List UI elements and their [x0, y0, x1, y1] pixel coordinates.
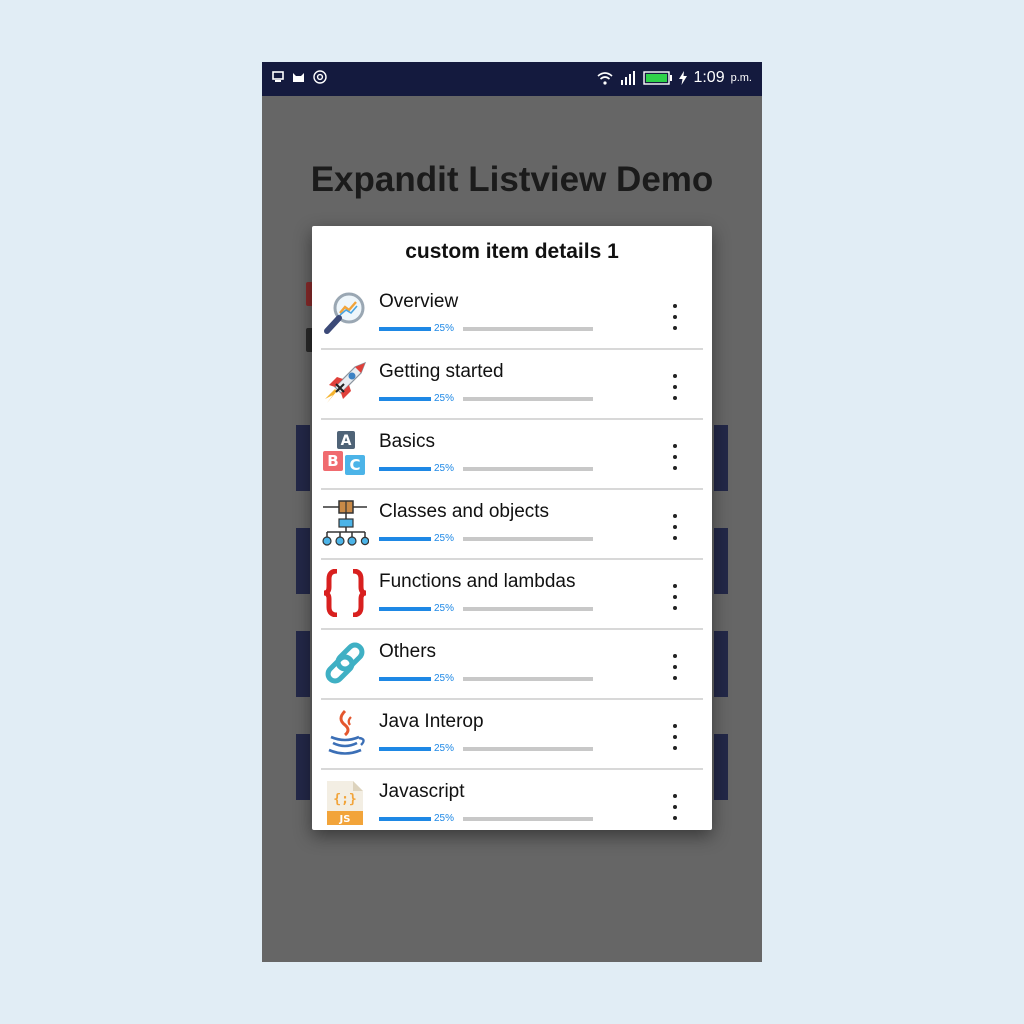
class-hierarchy-icon: [321, 499, 370, 547]
item-label: Javascript: [379, 781, 465, 802]
svg-text:C: C: [349, 456, 360, 474]
wifi-icon: [597, 71, 613, 85]
progress-fill: [379, 607, 431, 611]
item-label: Getting started: [379, 361, 504, 382]
progress-bar: 25%: [379, 743, 593, 755]
list-item[interactable]: Overview 25%: [321, 280, 703, 350]
list-item[interactable]: Functions and lambdas 25%: [321, 560, 703, 630]
progress-track: [463, 397, 593, 401]
progress-track: [463, 327, 593, 331]
clock-time: 1:09: [693, 69, 725, 86]
list-item[interactable]: {;} JS Javascript 25%: [321, 770, 703, 838]
list-item[interactable]: Classes and objects 25%: [321, 490, 703, 560]
progress-bar: 25%: [379, 673, 593, 685]
more-options-icon[interactable]: [665, 654, 685, 680]
progress-bar: 25%: [379, 603, 593, 615]
progress-bar: 25%: [379, 813, 593, 825]
at-notification-icon: [313, 70, 327, 84]
progress-track: [463, 817, 593, 821]
progress-percent: 25%: [434, 533, 455, 544]
background-list-bar: [714, 631, 728, 697]
item-label: Classes and objects: [379, 501, 550, 522]
more-options-icon[interactable]: [665, 444, 685, 470]
more-options-icon[interactable]: [665, 304, 685, 330]
progress-fill: [379, 747, 431, 751]
list-item[interactable]: Java Interop 25%: [321, 700, 703, 770]
progress-percent: 25%: [434, 743, 455, 754]
signal-icon: [621, 71, 636, 85]
background-list-bar: [714, 734, 728, 800]
cat-notification-icon: [293, 73, 304, 82]
list-item[interactable]: Others 25%: [321, 630, 703, 700]
progress-fill: [379, 817, 431, 821]
status-bar: 1:09 p.m.: [262, 62, 762, 96]
magnifier-chart-icon: [321, 289, 369, 337]
screen-notification-icon: [272, 71, 284, 82]
background-list-bar: [714, 528, 728, 594]
svg-text:A: A: [341, 433, 352, 449]
item-label: Basics: [379, 431, 435, 452]
item-label: Functions and lambdas: [379, 571, 576, 592]
rocket-icon: [321, 359, 369, 407]
progress-bar: 25%: [379, 533, 593, 545]
background-list-bar: [296, 734, 310, 800]
phone-screen: 1:09 p.m. Expandit Listview Demo custom i…: [262, 62, 762, 962]
progress-percent: 25%: [434, 603, 455, 614]
progress-track: [463, 747, 593, 751]
progress-track: [463, 537, 593, 541]
java-cup-icon: [321, 709, 369, 757]
svg-text:B: B: [327, 452, 338, 470]
list-item[interactable]: Getting started 25%: [321, 350, 703, 420]
progress-fill: [379, 677, 431, 681]
clock-ampm: p.m.: [730, 72, 752, 84]
system-status: 1:09 p.m.: [597, 69, 752, 87]
app-title: Expandit Listview Demo: [310, 160, 714, 199]
charging-icon: [679, 71, 688, 85]
progress-bar: 25%: [379, 393, 593, 405]
progress-track: [463, 467, 593, 471]
progress-percent: 25%: [434, 813, 455, 824]
svg-text:JS: JS: [339, 814, 351, 825]
item-label: Java Interop: [379, 711, 484, 732]
progress-track: [463, 677, 593, 681]
progress-track: [463, 607, 593, 611]
progress-fill: [379, 327, 431, 331]
background-list-bar: [296, 631, 310, 697]
battery-icon: [643, 71, 673, 85]
progress-percent: 25%: [434, 393, 455, 404]
progress-fill: [379, 397, 431, 401]
progress-bar: 25%: [379, 463, 593, 475]
progress-bar: 25%: [379, 323, 593, 335]
more-options-icon[interactable]: [665, 794, 685, 820]
list-item[interactable]: A B C Basics 25%: [321, 420, 703, 490]
item-label: Others: [379, 641, 437, 662]
dialog-item-list: Overview 25% Getting started 25% A B C Basics 25…: [321, 280, 703, 838]
item-label: Overview: [379, 291, 459, 312]
background-list-bar: [296, 528, 310, 594]
background-list-bar: [296, 425, 310, 491]
abc-blocks-icon: ABC: [321, 429, 369, 477]
chain-link-icon: [321, 639, 369, 687]
more-options-icon[interactable]: [665, 724, 685, 750]
progress-percent: 25%: [434, 463, 455, 474]
more-options-icon[interactable]: [665, 374, 685, 400]
curly-braces-icon: [321, 568, 369, 618]
svg-text:{;}: {;}: [333, 792, 356, 807]
progress-fill: [379, 467, 431, 471]
more-options-icon[interactable]: [665, 514, 685, 540]
notification-icons: [272, 70, 327, 84]
dialog-title: custom item details 1: [405, 240, 619, 263]
progress-percent: 25%: [434, 673, 455, 684]
more-options-icon[interactable]: [665, 584, 685, 610]
progress-percent: 25%: [434, 323, 455, 334]
item-details-dialog: custom item details 1 Overview 25% Getting…: [312, 226, 712, 830]
background-list-bar: [714, 425, 728, 491]
progress-fill: [379, 537, 431, 541]
js-file-icon: {;} JS: [321, 779, 369, 827]
